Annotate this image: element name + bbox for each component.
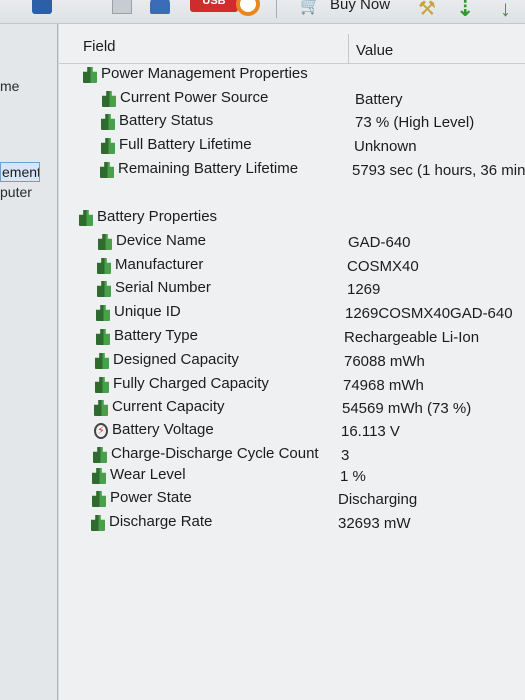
cloud-icon[interactable]: [150, 0, 170, 14]
download-arrow-icon[interactable]: ⇣: [456, 0, 482, 21]
circle-icon[interactable]: [236, 0, 260, 16]
properties-table: Field Value Power Management Properties C…: [59, 24, 525, 700]
field-value: Rechargeable Li-Ion: [344, 329, 480, 346]
field-value: 76088 mWh: [344, 353, 425, 370]
battery-icon: [95, 353, 109, 369]
section-title: Power Management Properties: [101, 65, 308, 82]
battery-icon: [93, 447, 107, 463]
table-row[interactable]: Battery Type Rechargeable Li-Ion: [59, 326, 525, 348]
buy-now-button[interactable]: Buy Now: [330, 0, 390, 13]
battery-icon: [96, 305, 110, 321]
table-row[interactable]: ⚡ Battery Voltage 16.113 V: [59, 420, 525, 442]
section-title: Battery Properties: [97, 208, 218, 225]
table-row[interactable]: Manufacturer COSMX40: [59, 255, 525, 277]
battery-icon: [96, 329, 110, 345]
field-label: Wear Level: [110, 466, 186, 483]
battery-icon: [98, 234, 112, 250]
table-row[interactable]: Fully Charged Capacity 74968 mWh: [59, 374, 525, 396]
battery-icon: [101, 138, 115, 154]
field-label: Designed Capacity: [113, 351, 239, 368]
tools-icon[interactable]: ⚒: [418, 0, 440, 20]
field-label: Serial Number: [115, 279, 211, 296]
field-value: Unknown: [354, 138, 417, 155]
field-value: 32693 mW: [338, 515, 411, 532]
usb-icon[interactable]: USB: [190, 0, 238, 12]
voltage-icon: ⚡: [94, 423, 108, 439]
field-label: Manufacturer: [115, 256, 204, 273]
section-row[interactable]: Battery Properties: [59, 207, 525, 229]
battery-icon: [92, 468, 106, 484]
table-row[interactable]: Serial Number 1269: [59, 278, 525, 300]
battery-icon: [83, 67, 97, 83]
field-label: Current Power Source: [120, 89, 269, 106]
field-value: GAD-640: [348, 234, 411, 251]
battery-icon: [95, 377, 109, 393]
field-label: Full Battery Lifetime: [119, 136, 252, 153]
field-value: 54569 mWh (73 %): [342, 400, 472, 417]
field-value: 16.113 V: [341, 423, 400, 440]
nav-item-selected[interactable]: ement: [0, 162, 40, 182]
toolbar: USB 🛒 Buy Now ⚒ ⇣ ↓: [0, 0, 525, 24]
field-label: Device Name: [116, 232, 207, 249]
field-label: Discharge Rate: [109, 513, 213, 530]
table-row[interactable]: Charge-Discharge Cycle Count 3: [59, 444, 525, 466]
battery-icon: [102, 91, 116, 107]
document-icon[interactable]: [112, 0, 132, 14]
table-row[interactable]: Power State Discharging: [59, 488, 525, 510]
field-label: Power State: [110, 489, 192, 506]
toolbar-separator: [276, 0, 277, 18]
battery-icon: [79, 210, 93, 226]
battery-icon: [92, 491, 106, 507]
field-value: Battery: [355, 91, 403, 108]
battery-icon: [94, 400, 108, 416]
field-label: Unique ID: [114, 303, 181, 320]
field-value: 3: [341, 447, 350, 464]
navigation-tree[interactable]: me ement puter: [0, 24, 58, 700]
field-value: 73 % (High Level): [355, 114, 475, 131]
table-row[interactable]: Full Battery Lifetime Unknown: [59, 135, 525, 157]
table-header: Field Value: [59, 32, 525, 64]
table-row[interactable]: Designed Capacity 76088 mWh: [59, 350, 525, 372]
table-row[interactable]: Wear Level 1 %: [59, 465, 525, 487]
column-header-value[interactable]: Value: [356, 42, 393, 59]
table-row[interactable]: Discharge Rate 32693 mW: [59, 512, 525, 534]
table-row[interactable]: Unique ID 1269COSMX40GAD-640: [59, 302, 525, 324]
column-header-field[interactable]: Field: [83, 38, 116, 55]
down-arrow-icon[interactable]: ↓: [500, 0, 524, 21]
battery-icon: [97, 258, 111, 274]
field-value: 1269COSMX40GAD-640: [345, 305, 513, 322]
table-row[interactable]: Current Capacity 54569 mWh (73 %): [59, 397, 525, 419]
field-label: Current Capacity: [112, 398, 225, 415]
battery-icon: [91, 515, 105, 531]
cart-icon[interactable]: 🛒: [300, 0, 322, 15]
nav-item-computer[interactable]: puter: [0, 184, 32, 200]
field-label: Battery Type: [114, 327, 198, 344]
table-row[interactable]: Battery Status 73 % (High Level): [59, 111, 525, 133]
table-row[interactable]: Device Name GAD-640: [59, 231, 525, 253]
battery-icon: [100, 162, 114, 178]
section-row[interactable]: Power Management Properties: [59, 64, 525, 86]
report-icon[interactable]: [32, 0, 52, 14]
field-value: 1 %: [340, 468, 366, 485]
field-label: Battery Status: [119, 112, 214, 129]
table-row[interactable]: Remaining Battery Lifetime 5793 sec (1 ho…: [59, 159, 525, 181]
field-value: COSMX40: [347, 258, 419, 275]
field-value: Discharging: [338, 491, 418, 508]
field-label: Fully Charged Capacity: [113, 375, 269, 392]
table-row[interactable]: Current Power Source Battery: [59, 88, 525, 110]
field-label: Charge-Discharge Cycle Count: [111, 445, 319, 462]
field-value: 1269: [347, 281, 381, 298]
field-label: Battery Voltage: [112, 421, 214, 438]
field-value: 5793 sec (1 hours, 36 min,: [352, 162, 525, 179]
field-value: 74968 mWh: [343, 377, 424, 394]
battery-icon: [101, 114, 115, 130]
nav-item-top[interactable]: me: [0, 78, 19, 94]
battery-icon: [97, 281, 111, 297]
column-divider[interactable]: [348, 34, 349, 64]
field-label: Remaining Battery Lifetime: [118, 160, 299, 177]
